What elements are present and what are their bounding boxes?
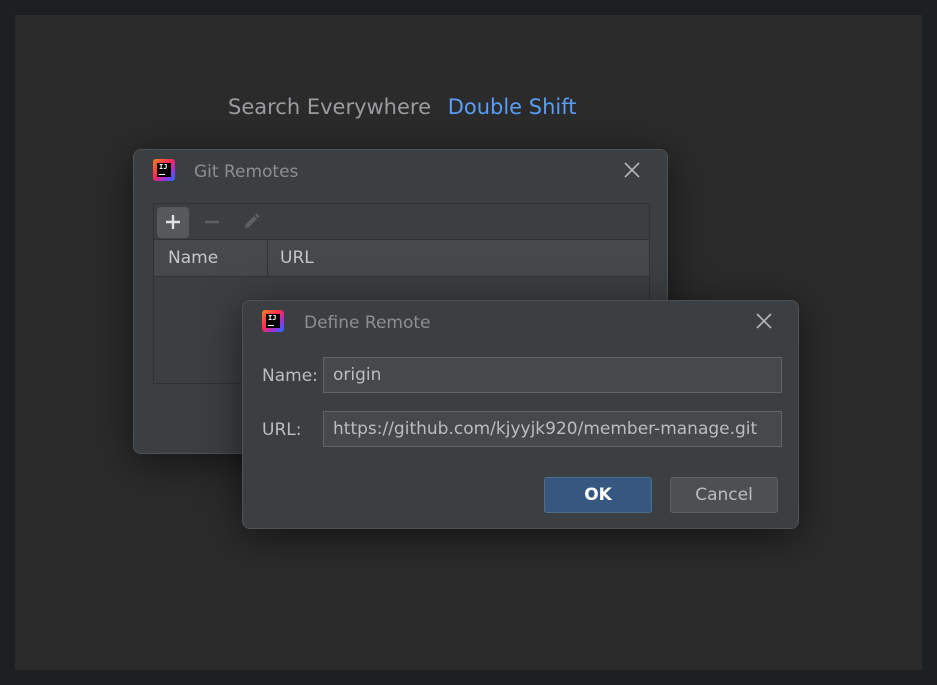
- define-remote-close-button[interactable]: [754, 311, 774, 331]
- intellij-logo-icon: IJ: [153, 159, 175, 181]
- remotes-table-header: Name URL: [154, 240, 649, 277]
- close-icon: [756, 313, 772, 329]
- cancel-button[interactable]: Cancel: [670, 477, 778, 513]
- name-input[interactable]: origin: [323, 357, 782, 393]
- hint-label: Search Everywhere: [228, 95, 431, 119]
- intellij-logo-icon: IJ: [262, 310, 284, 332]
- define-remote-titlebar[interactable]: IJ Define Remote: [243, 301, 798, 345]
- edit-remote-button[interactable]: [235, 207, 267, 238]
- git-remotes-titlebar[interactable]: IJ Git Remotes: [134, 150, 667, 194]
- close-icon: [624, 162, 640, 178]
- remove-remote-button[interactable]: [196, 207, 228, 238]
- add-remote-button[interactable]: [157, 207, 189, 238]
- define-remote-title: Define Remote: [304, 313, 431, 333]
- ok-button[interactable]: OK: [544, 477, 652, 513]
- url-input[interactable]: https://github.com/kjyyjk920/member-mana…: [323, 411, 782, 447]
- plus-icon: [166, 215, 180, 229]
- url-label: URL:: [262, 420, 302, 440]
- remotes-toolbar: [153, 203, 650, 240]
- column-header-name[interactable]: Name: [154, 240, 268, 276]
- pencil-icon: [245, 213, 260, 228]
- git-remotes-close-button[interactable]: [622, 160, 642, 180]
- define-remote-dialog: IJ Define Remote Name: origin URL: https…: [242, 300, 799, 529]
- name-label: Name:: [262, 366, 318, 386]
- git-remotes-title: Git Remotes: [194, 162, 299, 182]
- search-everywhere-hint: Search Everywhere Double Shift: [228, 92, 577, 122]
- minus-icon: [205, 220, 219, 224]
- hint-shortcut: Double Shift: [447, 95, 577, 119]
- column-header-url[interactable]: URL: [268, 240, 314, 276]
